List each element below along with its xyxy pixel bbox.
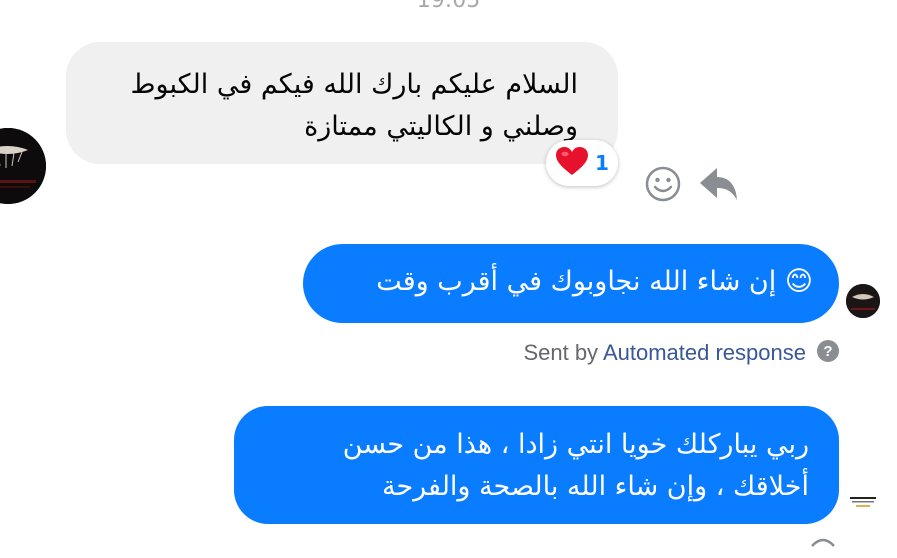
message-timestamp: 19:05 — [416, 0, 481, 13]
automated-note: Sent by Automated response — [523, 340, 806, 365]
heart-icon — [555, 146, 589, 180]
seen-avatar — [846, 284, 880, 318]
outgoing-message[interactable]: ربي يباركلك خويا انتي زادا ، هذا من حسن … — [234, 406, 839, 524]
automated-response-link[interactable]: Automated response — [603, 340, 806, 365]
contact-avatar[interactable] — [0, 128, 46, 204]
incoming-message[interactable]: السلام عليكم بارك الله فيكم في الكبوط وص… — [66, 42, 618, 164]
reply-icon[interactable] — [698, 166, 738, 202]
store-logo — [846, 494, 880, 510]
seen-indicator-partial — [806, 534, 840, 554]
svg-text:?: ? — [823, 343, 832, 360]
outgoing-message[interactable]: 😊 إن شاء الله نجاوبوك في أقرب وقت — [303, 244, 839, 323]
question-icon[interactable]: ? — [816, 339, 840, 363]
reaction-count: 1 — [595, 151, 609, 175]
message-reaction[interactable]: 1 — [546, 140, 618, 186]
smiley-icon[interactable] — [645, 166, 681, 202]
